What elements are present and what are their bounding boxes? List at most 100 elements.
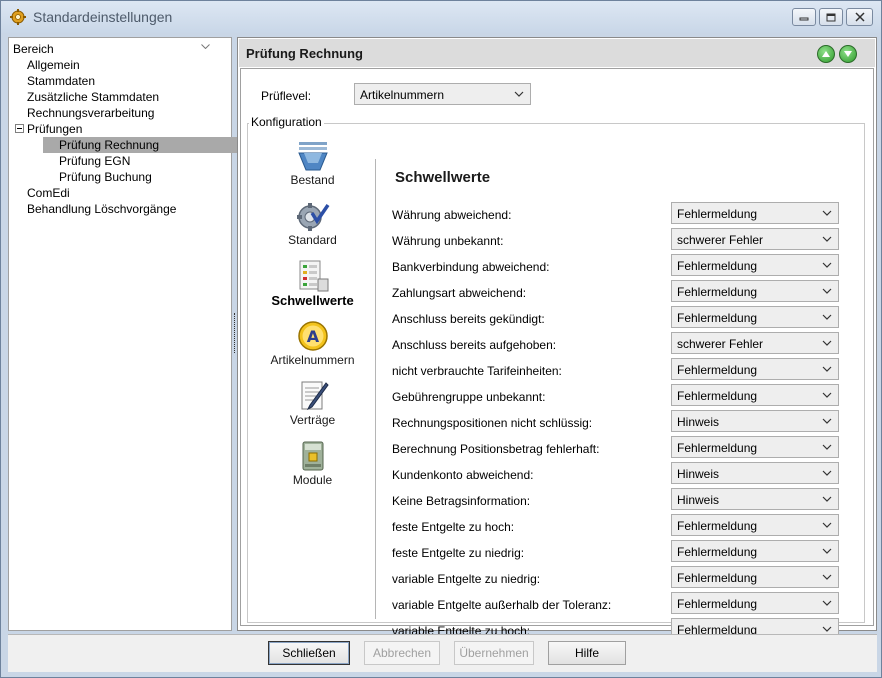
pruflevel-label: Prüflevel: — [261, 89, 312, 103]
chevron-down-icon — [822, 600, 832, 606]
select-bankverbindung-abweichend[interactable]: Fehlermeldung — [671, 254, 839, 276]
row-label-bankverbindung-abweichend: Bankverbindung abweichend: — [392, 260, 550, 274]
row-label-feste-entgelte-niedrig: feste Entgelte zu niedrig: — [392, 546, 525, 560]
tree-item-pruefung-buchung[interactable]: Prüfung Buchung — [59, 169, 152, 185]
chevron-down-icon — [822, 236, 832, 242]
select-betragsinformation[interactable]: Hinweis — [671, 488, 839, 510]
chevron-down-icon — [822, 496, 832, 502]
chevron-down-icon — [822, 314, 832, 320]
chevron-down-icon — [822, 262, 832, 268]
tree-item-zusaetzliche-stammdaten[interactable]: Zusätzliche Stammdaten — [27, 89, 159, 105]
arrow-up-icon — [822, 51, 830, 57]
row-label-waehrung-unbekannt: Währung unbekannt: — [392, 234, 504, 248]
chevron-down-icon — [822, 522, 832, 528]
gear-check-icon — [297, 203, 330, 231]
section-title: Schwellwerte — [395, 169, 491, 186]
panel-title: Prüfung Rechnung — [246, 46, 363, 61]
chevron-down-icon — [822, 470, 832, 476]
row-label-anschluss-gekuendigt: Anschluss bereits gekündigt: — [392, 312, 545, 326]
splitter-handle[interactable] — [234, 313, 235, 353]
next-page-button[interactable] — [839, 45, 857, 63]
chevron-down-icon — [822, 366, 832, 372]
config-icon-bar: Bestand Standard Schwellwerte A Artikeln… — [256, 139, 369, 619]
tree-item-pruefungen[interactable]: Prüfungen — [13, 121, 213, 137]
row-label-tarifeinheiten: nicht verbrauchte Tarifeinheiten: — [392, 364, 562, 378]
previous-page-button[interactable] — [817, 45, 835, 63]
select-variable-entgelte-toleranz[interactable]: Fehlermeldung — [671, 592, 839, 614]
row-label-betragsinformation: Keine Betragsinformation: — [392, 494, 531, 508]
select-gebuehrengruppe[interactable]: Fehlermeldung — [671, 384, 839, 406]
chevron-down-icon — [822, 626, 832, 632]
select-tarifeinheiten[interactable]: Fehlermeldung — [671, 358, 839, 380]
cancel-button[interactable]: Abbrechen — [364, 641, 440, 665]
module-box-icon — [302, 441, 324, 471]
settings-window: Standardeinstellungen Bereich Allgemein … — [0, 0, 882, 678]
chevron-down-icon — [822, 288, 832, 294]
gear-app-icon — [10, 9, 26, 25]
panel-header: Prüfung Rechnung — [239, 39, 875, 67]
pruflevel-select[interactable]: Artikelnummern — [354, 83, 531, 105]
row-label-rechnungspositionen: Rechnungspositionen nicht schlüssig: — [392, 416, 593, 430]
icon-bar-separator — [375, 159, 376, 619]
tree-item-rechnungsverarbeitung[interactable]: Rechnungsverarbeitung — [27, 105, 154, 121]
close-button[interactable]: Schließen — [268, 641, 350, 665]
row-label-zahlungsart-abweichend: Zahlungsart abweichend: — [392, 286, 527, 300]
select-anschluss-aufgehoben[interactable]: schwerer Fehler — [671, 332, 839, 354]
select-waehrung-unbekannt[interactable]: schwerer Fehler — [671, 228, 839, 250]
tree-item-pruefung-egn[interactable]: Prüfung EGN — [59, 153, 130, 169]
row-label-variable-entgelte-niedrig: variable Entgelte zu niedrig: — [392, 572, 541, 586]
sort-icon[interactable] — [201, 44, 210, 49]
letter-a-icon: A — [298, 321, 328, 351]
select-positionsbetrag[interactable]: Fehlermeldung — [671, 436, 839, 458]
collapse-icon[interactable] — [15, 124, 24, 133]
row-label-feste-entgelte-hoch: feste Entgelte zu hoch: — [392, 520, 515, 534]
close-window-button[interactable] — [846, 8, 873, 26]
row-label-variable-entgelte-toleranz: variable Entgelte außerhalb der Toleranz… — [392, 598, 612, 612]
document-pen-icon — [301, 381, 329, 411]
chevron-down-icon — [822, 392, 832, 398]
apply-button[interactable]: Übernehmen — [454, 641, 534, 665]
chevron-down-icon — [822, 210, 832, 216]
select-variable-entgelte-niedrig[interactable]: Fehlermeldung — [671, 566, 839, 588]
select-zahlungsart-abweichend[interactable]: Fehlermeldung — [671, 280, 839, 302]
tree-item-stammdaten[interactable]: Stammdaten — [27, 73, 95, 89]
title-bar: Standardeinstellungen — [1, 1, 881, 33]
window-title: Standardeinstellungen — [33, 9, 173, 25]
tree-item-pruefung-rechnung[interactable]: Prüfung Rechnung — [9, 137, 247, 153]
select-feste-entgelte-niedrig[interactable]: Fehlermeldung — [671, 540, 839, 562]
row-label-positionsbetrag: Berechnung Positionsbetrag fehlerhaft: — [392, 442, 600, 456]
minimize-icon — [799, 17, 809, 21]
select-kundenkonto[interactable]: Hinweis — [671, 462, 839, 484]
tree-item-comedi[interactable]: ComEdi — [27, 185, 70, 201]
chevron-down-icon — [822, 574, 832, 580]
chevron-down-icon — [514, 91, 524, 97]
minimize-button[interactable] — [792, 8, 816, 26]
select-rechnungspositionen[interactable]: Hinweis — [671, 410, 839, 432]
maximize-button[interactable] — [819, 8, 843, 26]
konfiguration-label: Konfiguration — [249, 115, 324, 129]
chevron-down-icon — [822, 444, 832, 450]
row-label-anschluss-aufgehoben: Anschluss bereits aufgehoben: — [392, 338, 557, 352]
row-label-gebuehrengruppe: Gebührengruppe unbekannt: — [392, 390, 546, 404]
tree-header: Bereich — [13, 42, 54, 56]
stack-icon — [298, 142, 328, 171]
tree-item-behandlung-loeschvorgaenge[interactable]: Behandlung Löschvorgänge — [27, 201, 176, 217]
button-bar: Schließen Abbrechen Übernehmen Hilfe — [8, 634, 877, 672]
svg-text:A: A — [307, 327, 320, 346]
help-button[interactable]: Hilfe — [548, 641, 626, 665]
settings-panel: Prüfung Rechnung Prüflevel: Artikelnumme… — [237, 37, 877, 640]
panel-content: Prüflevel: Artikelnummern Konfiguration … — [240, 68, 874, 640]
category-tree: Bereich Allgemein Stammdaten Zusätzliche… — [8, 37, 247, 631]
chevron-down-icon — [822, 418, 832, 424]
threshold-table-icon — [299, 260, 329, 292]
arrow-down-icon — [844, 51, 852, 57]
close-icon — [854, 12, 865, 22]
select-anschluss-gekuendigt[interactable]: Fehlermeldung — [671, 306, 839, 328]
row-label-kundenkonto: Kundenkonto abweichend: — [392, 468, 534, 482]
select-feste-entgelte-hoch[interactable]: Fehlermeldung — [671, 514, 839, 536]
chevron-down-icon — [822, 340, 832, 346]
maximize-icon — [826, 13, 836, 21]
select-waehrung-abweichend[interactable]: Fehlermeldung — [671, 202, 839, 224]
tree-item-allgemein[interactable]: Allgemein — [27, 57, 80, 73]
chevron-down-icon — [822, 548, 832, 554]
